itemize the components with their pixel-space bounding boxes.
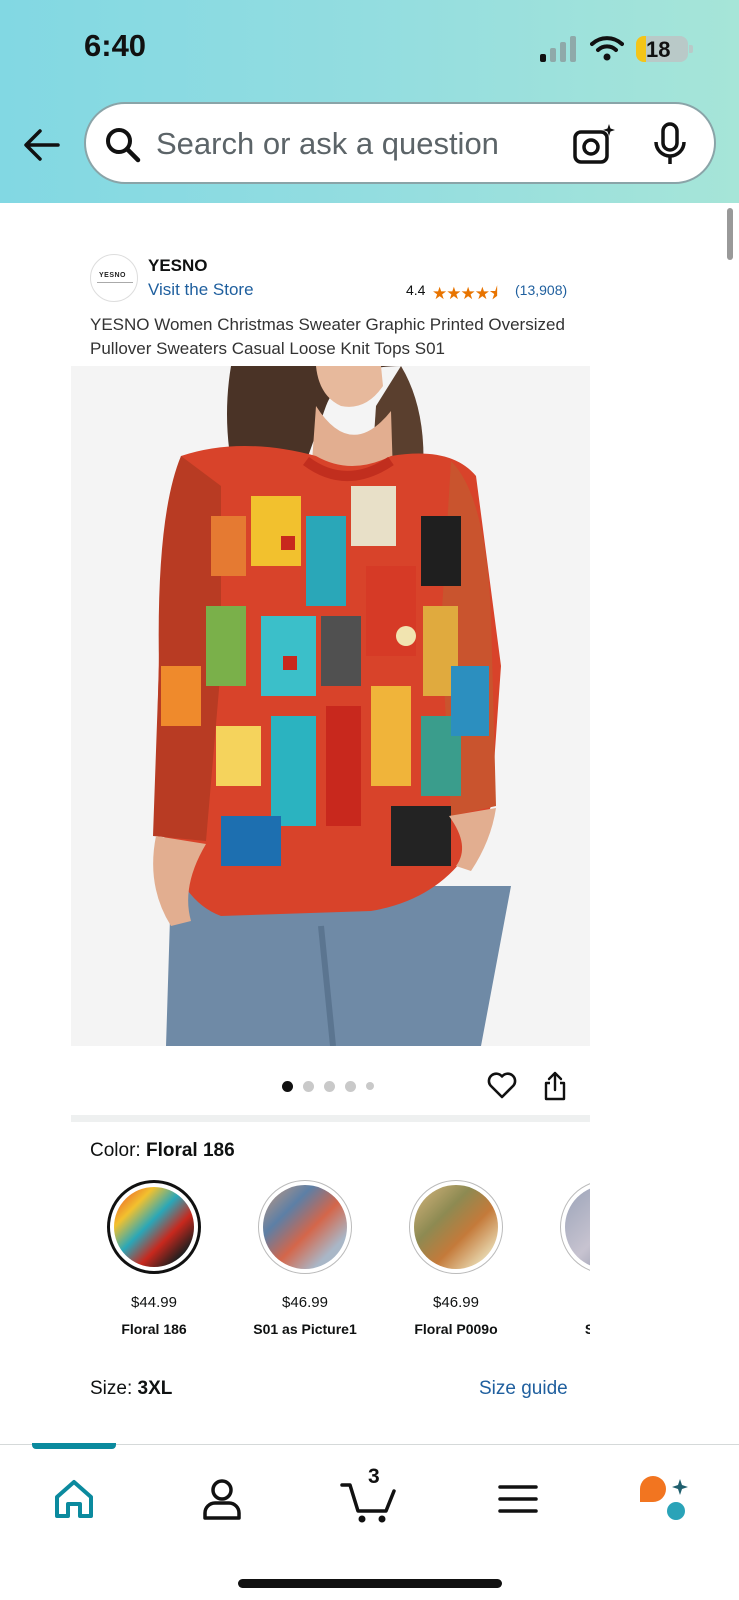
- scrollbar[interactable]: [727, 208, 733, 260]
- swatch-price: $: [532, 1294, 590, 1311]
- size-label: Size: 3XL: [90, 1378, 173, 1399]
- rating-value[interactable]: 4.4: [406, 282, 425, 298]
- carousel-dot[interactable]: [366, 1082, 374, 1090]
- product-page: 6:40 18 Search or ask a question YESNO Y…: [0, 0, 739, 1600]
- star-rating[interactable]: ★★★★⯨: [432, 281, 498, 310]
- swatch-name: Floral P009o: [414, 1321, 498, 1337]
- seller-logo[interactable]: YESNO: [90, 254, 138, 302]
- microphone-icon[interactable]: [652, 122, 688, 166]
- swatch-price: $44.99: [131, 1294, 177, 1311]
- swatch-image: [560, 1180, 590, 1274]
- back-arrow-icon[interactable]: [22, 126, 62, 164]
- account-icon[interactable]: [192, 1471, 252, 1527]
- image-carousel-dots[interactable]: [282, 1080, 374, 1092]
- selected-size: 3XL: [137, 1378, 173, 1399]
- size-guide-link[interactable]: Size guide: [479, 1378, 568, 1400]
- share-icon[interactable]: [543, 1071, 567, 1101]
- swatch-name: Floral 186: [121, 1321, 187, 1337]
- swatch-name: S01 as: [584, 1321, 590, 1337]
- rating-count-link[interactable]: (13,908): [515, 282, 567, 298]
- carousel-dot[interactable]: [324, 1080, 335, 1092]
- swatch-image: [107, 1180, 201, 1274]
- rufus-assistant-icon[interactable]: [636, 1471, 696, 1527]
- visit-store-link[interactable]: Visit the Store: [148, 280, 254, 300]
- home-icon[interactable]: [44, 1471, 104, 1527]
- cart-count-badge: 3: [368, 1465, 380, 1488]
- swatch-price: $46.99: [282, 1294, 328, 1311]
- active-tab-indicator: [32, 1443, 116, 1449]
- battery-level: 18: [646, 37, 671, 62]
- carousel-dot[interactable]: [303, 1080, 314, 1092]
- search-input[interactable]: Search or ask a question: [156, 126, 499, 162]
- cart-button[interactable]: 3: [340, 1465, 400, 1527]
- brand-name: YESNO: [148, 256, 208, 275]
- color-label: Color: Floral 186: [90, 1140, 235, 1161]
- carousel-dot[interactable]: [345, 1080, 356, 1092]
- search-icon: [106, 128, 141, 163]
- product-photo: [71, 366, 590, 1046]
- swatch-image: [409, 1180, 503, 1274]
- selected-color: Floral 186: [145, 1140, 235, 1161]
- header: 6:40 18 Search or ask a question: [0, 0, 739, 203]
- search-bar[interactable]: Search or ask a question: [84, 102, 716, 184]
- swatch-price: $46.99: [433, 1294, 479, 1311]
- carousel-dot[interactable]: [282, 1080, 293, 1092]
- bottom-nav: 3: [0, 1443, 739, 1600]
- heart-icon[interactable]: [487, 1071, 517, 1099]
- swatch-name: S01 as Picture1: [253, 1321, 357, 1337]
- product-title: YESNO Women Christmas Sweater Graphic Pr…: [90, 315, 565, 358]
- camera-search-icon[interactable]: [572, 122, 616, 166]
- home-indicator[interactable]: [238, 1579, 502, 1588]
- section-divider: [71, 1115, 590, 1122]
- battery-indicator: 18: [636, 36, 693, 62]
- color-swatch-list: $44.99 Floral 186 $46.99 S01 as Picture1…: [71, 1180, 590, 1340]
- swatch-image: [258, 1180, 352, 1274]
- wifi-icon: [590, 36, 624, 61]
- status-time: 6:40: [84, 28, 147, 63]
- cellular-signal-icon: [540, 36, 576, 62]
- menu-icon[interactable]: [488, 1471, 548, 1527]
- product-image[interactable]: [71, 366, 590, 1046]
